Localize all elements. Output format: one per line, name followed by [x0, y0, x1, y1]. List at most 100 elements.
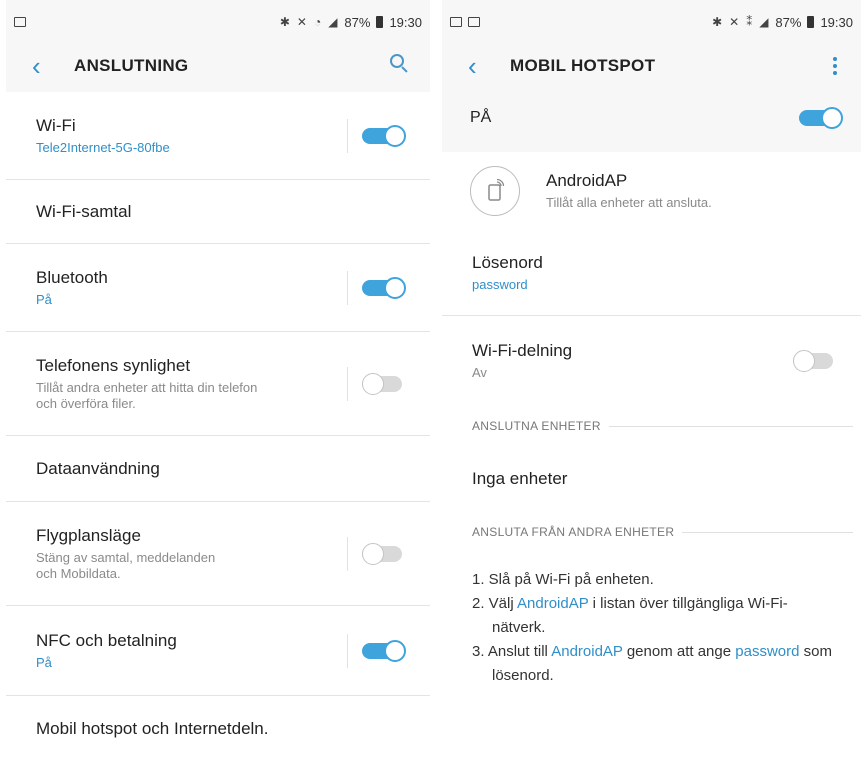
instruction-text: 2. Välj	[472, 595, 518, 612]
password-highlight: password	[735, 643, 800, 660]
setting-sub-line1: Tillåt andra enheter att hitta din telef…	[36, 379, 258, 395]
page-title: ANSLUTNING	[74, 56, 189, 75]
divider	[347, 366, 348, 401]
setting-label: NFC och betalning	[36, 630, 177, 650]
bluetooth-toggle[interactable]	[362, 276, 406, 299]
setting-label: Bluetooth	[36, 267, 108, 287]
setting-airplane-mode[interactable]: Flygplansläge Stäng av samtal, meddeland…	[6, 502, 430, 606]
divider	[347, 536, 348, 571]
hotspot-status-icon: ⁑	[746, 15, 754, 29]
setting-sub-line2: och Mobildata.	[36, 565, 121, 581]
battery-percent: 87%	[775, 14, 802, 30]
setting-label: Wi-Fi	[36, 115, 76, 135]
setting-sub: Tillåt andra enheter att hitta din telef…	[36, 380, 347, 412]
setting-sub: Tele2Internet-5G-80fbe	[36, 139, 170, 155]
divider	[347, 633, 348, 668]
connections-screen: ✱ ✕ ◔ ◢ 87% 19:30 ‹ ANSLUTNING Wi-Fi Tel…	[6, 0, 430, 762]
signal-icon: ◢	[328, 15, 339, 29]
phone-visibility-toggle[interactable]	[362, 372, 406, 395]
settings-list: Wi-Fi Tele2Internet-5G-80fbe Wi-Fi-samta…	[6, 92, 430, 762]
wifi-toggle[interactable]	[362, 124, 406, 147]
wifi-sharing-toggle[interactable]	[793, 350, 837, 372]
wifi-sharing-row[interactable]: Wi-Fi-delning Av	[442, 316, 861, 406]
divider	[347, 118, 348, 153]
instruction-text: 3. Anslut till	[472, 643, 552, 660]
instruction-text: genom att ange	[622, 643, 736, 660]
instruction-step-1: 1. Slå på Wi-Fi på enheten.	[472, 571, 654, 588]
app-bar: ‹ ANSLUTNING	[6, 44, 430, 88]
mute-icon: ✕	[296, 15, 308, 29]
wifi-sharing-sub: Av	[472, 365, 487, 380]
password-label: Lösenord	[472, 252, 543, 272]
screen-separator	[430, 0, 442, 762]
setting-label: Wi-Fi-samtal	[36, 201, 132, 221]
setting-bluetooth[interactable]: Bluetooth På	[6, 244, 430, 332]
divider	[608, 425, 853, 427]
setting-wifi[interactable]: Wi-Fi Tele2Internet-5G-80fbe	[6, 92, 430, 180]
hotspot-settings: AndroidAP Tillåt alla enheter att anslut…	[442, 152, 861, 762]
mobile-hotspot-screen: ✱ ✕ ⁑ ◢ 87% 19:30 ‹ MOBIL HOTSPOT PÅ And…	[442, 0, 861, 762]
setting-data-usage[interactable]: Dataanvändning	[6, 436, 430, 502]
bluetooth-icon: ✱	[279, 15, 291, 29]
image-notification-icon	[14, 17, 26, 27]
hotspot-toggle[interactable]	[799, 107, 843, 129]
status-time: 19:30	[389, 14, 422, 30]
battery-icon	[807, 16, 815, 28]
setting-mobile-hotspot[interactable]: Mobil hotspot och Internetdeln.	[6, 696, 430, 762]
battery-icon	[376, 16, 384, 28]
search-button[interactable]	[390, 54, 408, 78]
instruction-step-2: 2. Välj AndroidAP i listan över tillgäng…	[472, 592, 837, 640]
network-name-row[interactable]: AndroidAP Tillåt alla enheter att anslut…	[442, 152, 861, 230]
setting-sub: Stäng av samtal, meddelanden och Mobilda…	[36, 550, 347, 582]
nfc-toggle[interactable]	[362, 639, 406, 662]
instruction-step-3: 3. Anslut till AndroidAP genom att ange …	[472, 640, 837, 688]
divider	[682, 531, 853, 533]
more-options-icon	[831, 57, 839, 75]
setting-sub-line1: Stäng av samtal, meddelanden	[36, 549, 216, 565]
bluetooth-icon: ✱	[712, 15, 724, 29]
page-title: MOBIL HOTSPOT	[510, 56, 656, 75]
divider	[347, 270, 348, 305]
section-title: ANSLUTNA ENHETER	[472, 419, 601, 433]
more-options-button[interactable]	[831, 57, 839, 75]
app-bar: ‹ MOBIL HOTSPOT	[442, 44, 861, 88]
wifi-icon: ◔	[313, 15, 323, 29]
signal-icon: ◢	[759, 15, 770, 29]
status-bar: ✱ ✕ ◔ ◢ 87% 19:30	[6, 0, 430, 44]
connect-instructions: 1. Slå på Wi-Fi på enheten. 2. Välj Andr…	[442, 568, 861, 688]
setting-label: Dataanvändning	[36, 458, 160, 478]
hotspot-device-icon	[470, 166, 520, 216]
setting-phone-visibility[interactable]: Telefonens synlighet Tillåt andra enhete…	[6, 332, 430, 436]
network-name-highlight: AndroidAP	[551, 643, 623, 660]
hotspot-master-switch[interactable]: PÅ	[442, 88, 861, 148]
setting-wifi-calling[interactable]: Wi-Fi-samtal	[6, 180, 430, 244]
setting-nfc-payment[interactable]: NFC och betalning På	[6, 606, 430, 696]
mute-icon: ✕	[729, 15, 741, 29]
airplane-mode-toggle[interactable]	[362, 542, 406, 565]
network-sub: Tillåt alla enheter att ansluta.	[546, 195, 712, 210]
password-row[interactable]: Lösenord password	[442, 230, 861, 316]
network-name: AndroidAP	[546, 171, 628, 190]
image-notification-icon	[450, 17, 462, 27]
master-label: PÅ	[470, 109, 492, 126]
no-devices-text: Inga enheter	[472, 469, 568, 488]
search-icon	[390, 54, 408, 73]
network-name-highlight: AndroidAP	[517, 595, 589, 612]
status-time: 19:30	[820, 14, 853, 30]
section-header-connect-other: ANSLUTA FRÅN ANDRA ENHETER	[442, 512, 861, 552]
gallery-notification-icon	[468, 17, 480, 27]
back-icon[interactable]: ‹	[32, 53, 60, 79]
setting-label: Mobil hotspot och Internetdeln.	[36, 719, 269, 738]
battery-percent: 87%	[344, 14, 371, 30]
password-value: password	[472, 276, 528, 292]
no-devices-row: Inga enheter	[442, 446, 861, 512]
setting-label: Flygplansläge	[36, 525, 141, 545]
section-header-connected: ANSLUTNA ENHETER	[442, 406, 861, 446]
back-icon[interactable]: ‹	[468, 53, 496, 79]
setting-sub: På	[36, 654, 52, 670]
section-title: ANSLUTA FRÅN ANDRA ENHETER	[472, 525, 675, 539]
status-bar: ✱ ✕ ⁑ ◢ 87% 19:30	[442, 0, 861, 44]
setting-sub-line2: och överföra filer.	[36, 395, 136, 411]
setting-label: Telefonens synlighet	[36, 355, 191, 375]
wifi-sharing-label: Wi-Fi-delning	[472, 341, 573, 360]
